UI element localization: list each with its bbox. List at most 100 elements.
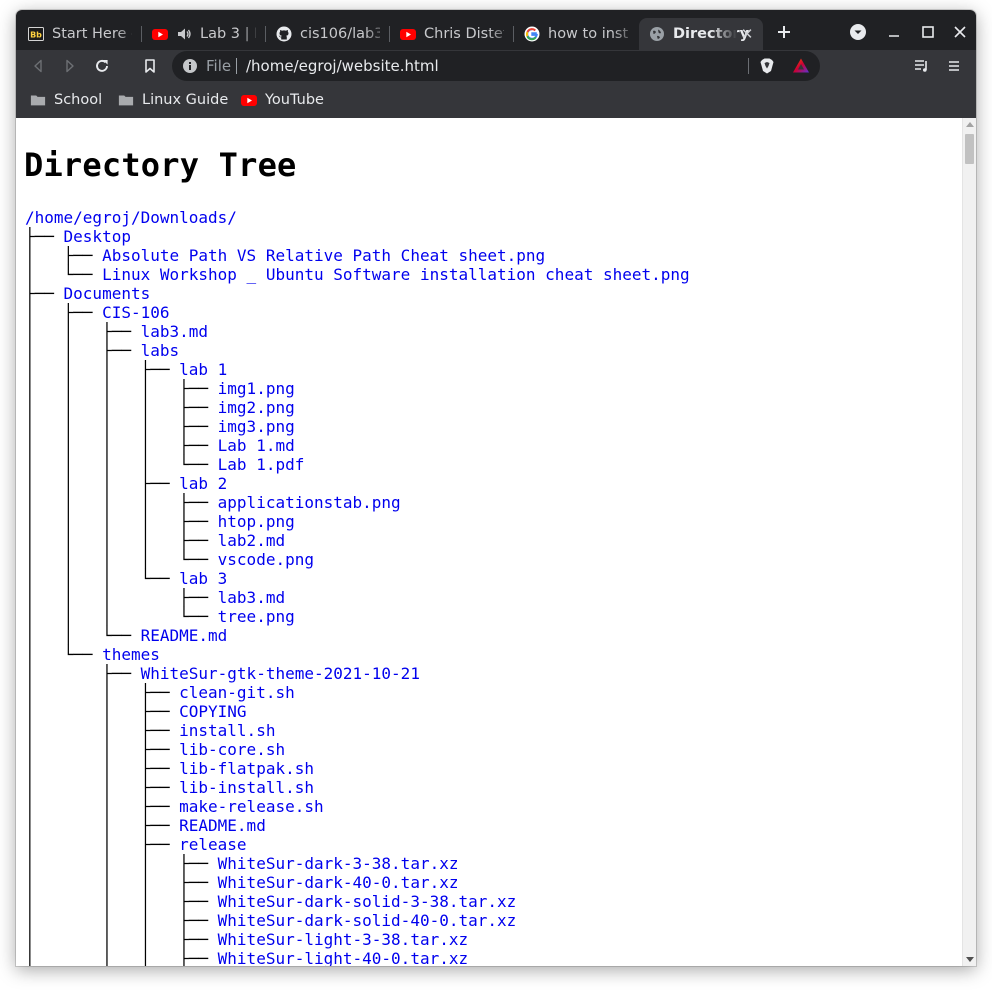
tree-entry-link[interactable]: lab 2: [179, 474, 227, 493]
back-button[interactable]: [26, 54, 50, 78]
bookmark-school[interactable]: School: [30, 90, 102, 110]
tree-entry-link[interactable]: img1.png: [218, 379, 295, 398]
tree-entry-link[interactable]: labs: [141, 341, 180, 360]
tree-entry-link[interactable]: applicationstab.png: [218, 493, 401, 512]
bookmark-label: Linux Guide: [142, 92, 229, 108]
tree-entry-link[interactable]: lib-flatpak.sh: [179, 759, 314, 778]
tree-entry-link[interactable]: README.md: [179, 816, 266, 835]
tree-entry-link[interactable]: lab 1: [179, 360, 227, 379]
new-tab-button[interactable]: [772, 20, 796, 44]
youtube-icon: [152, 26, 168, 42]
bookmark-button[interactable]: [138, 54, 162, 78]
tree-entry-link[interactable]: themes: [102, 645, 160, 664]
tree-entry-link[interactable]: WhiteSur-dark-solid-40-0.tar.xz: [218, 911, 517, 930]
tree-row: │ │ │ │ ├── img3.png: [25, 417, 690, 436]
tree-row: │ │ └── README.md: [25, 626, 690, 645]
tree-guide-lines: │ │ │ │ ├──: [25, 398, 218, 417]
tree-entry-link[interactable]: lib-install.sh: [179, 778, 314, 797]
tree-row: │ │ │ │ ├── img1.png: [25, 379, 690, 398]
brave-rewards-icon[interactable]: [792, 57, 810, 79]
tab-search-button[interactable]: [846, 20, 870, 44]
browser-window: Bb Start Here – E Lab 3 | Ins cis106/lab…: [16, 10, 976, 966]
url-text[interactable]: /home/egroj/website.html: [246, 57, 439, 75]
tree-entry-link[interactable]: Lab 1.pdf: [218, 455, 305, 474]
tree-entry-link[interactable]: vscode.png: [218, 550, 314, 569]
audio-playing-icon[interactable]: [176, 26, 192, 42]
tree-entry-link[interactable]: WhiteSur-light-40-0.tar.xz: [218, 949, 468, 966]
bookmarks-bar: School Linux Guide YouTube: [16, 82, 976, 118]
tab-youtube-chris[interactable]: Chris Distefa: [390, 18, 514, 50]
tree-entry-link[interactable]: lib-core.sh: [179, 740, 285, 759]
tree-guide-lines: │ │ │ │ └──: [25, 550, 218, 569]
tree-guide-lines: │ │ ├──: [25, 835, 180, 854]
directory-tree: /home/egroj/Downloads/ ├── Desktop │ ├── A…: [25, 208, 690, 966]
address-bar[interactable]: File /home/egroj/website.html: [172, 51, 820, 81]
youtube-icon: [400, 26, 416, 42]
tree-entry-link[interactable]: Linux Workshop _ Ubuntu Software install…: [102, 265, 690, 284]
forward-button[interactable]: [58, 54, 82, 78]
tree-guide-lines: │ │ │ ├──: [25, 474, 180, 493]
tree-entry-link[interactable]: Desktop: [64, 227, 131, 246]
tree-guide-lines: │ │ ├──: [25, 759, 180, 778]
tree-entry-link[interactable]: img3.png: [218, 417, 295, 436]
reload-button[interactable]: [90, 54, 114, 78]
tree-entry-link[interactable]: tree.png: [218, 607, 295, 626]
tree-guide-lines: │ ├──: [25, 246, 103, 265]
tree-row: │ │ │ ├── WhiteSur-dark-solid-40-0.tar.x…: [25, 911, 690, 930]
tree-entry-link[interactable]: WhiteSur-dark-3-38.tar.xz: [218, 854, 459, 873]
tab-blackboard[interactable]: Bb Start Here – E: [18, 18, 142, 50]
tree-row: │ │ ├── lab3.md: [25, 322, 690, 341]
close-icon[interactable]: ✕: [739, 26, 755, 42]
tab-directory-active[interactable]: Directory ✕: [639, 18, 763, 50]
tree-guide-lines: │ └──: [25, 265, 103, 284]
bookmark-youtube[interactable]: YouTube: [241, 90, 324, 110]
tree-entry-link[interactable]: WhiteSur-dark-40-0.tar.xz: [218, 873, 459, 892]
tab-github[interactable]: cis106/lab3.m: [266, 18, 390, 50]
info-icon[interactable]: [182, 58, 198, 74]
tree-row: │ │ │ └── tree.png: [25, 607, 690, 626]
tree-entry-link[interactable]: Documents: [64, 284, 151, 303]
tree-entry-link[interactable]: COPYING: [179, 702, 246, 721]
tree-guide-lines: │ │ ├──: [25, 341, 141, 360]
tree-row: │ │ ├── lib-core.sh: [25, 740, 690, 759]
tab-google[interactable]: how to insta: [514, 18, 638, 50]
tree-entry-link[interactable]: WhiteSur-gtk-theme-2021-10-21: [141, 664, 420, 683]
bookmark-label: YouTube: [265, 92, 324, 108]
tree-guide-lines: │ │ │ ├──: [25, 911, 218, 930]
close-window-button[interactable]: [948, 20, 972, 44]
tree-entry-link[interactable]: WhiteSur-light-3-38.tar.xz: [218, 930, 468, 949]
tree-entry-link[interactable]: README.md: [141, 626, 228, 645]
tree-entry-link[interactable]: install.sh: [179, 721, 275, 740]
tree-guide-lines: │ │ │ │ ├──: [25, 436, 218, 455]
tab-youtube-lab3[interactable]: Lab 3 | Ins: [142, 18, 266, 50]
tree-entry-link[interactable]: lab 3: [179, 569, 227, 588]
tree-guide-lines: ├──: [25, 284, 64, 303]
tree-entry-link[interactable]: Absolute Path VS Relative Path Cheat she…: [102, 246, 545, 265]
tree-entry-link[interactable]: lab3.md: [218, 588, 285, 607]
tree-entry-link[interactable]: Lab 1.md: [218, 436, 295, 455]
tree-guide-lines: │ │ │ ├──: [25, 930, 218, 949]
toolbar: File /home/egroj/website.html: [16, 50, 976, 82]
tree-entry-link[interactable]: clean-git.sh: [179, 683, 295, 702]
bookmark-linux-guide[interactable]: Linux Guide: [118, 90, 228, 110]
tree-entry-link[interactable]: WhiteSur-dark-solid-3-38.tar.xz: [218, 892, 517, 911]
media-controls-icon[interactable]: [910, 54, 934, 78]
vertical-scrollbar[interactable]: [962, 118, 976, 966]
scroll-up-arrow[interactable]: [966, 122, 974, 127]
tree-entry-link[interactable]: CIS-106: [102, 303, 169, 322]
menu-icon[interactable]: [942, 54, 966, 78]
omnibox-divider: [748, 58, 749, 74]
maximize-button[interactable]: [916, 20, 940, 44]
tree-entry-link[interactable]: release: [179, 835, 246, 854]
tree-entry-link[interactable]: lab2.md: [218, 531, 285, 550]
tree-entry-link[interactable]: make-release.sh: [179, 797, 324, 816]
tree-entry-link[interactable]: img2.png: [218, 398, 295, 417]
minimize-button[interactable]: [882, 20, 906, 44]
tree-entry-link[interactable]: /home/egroj/Downloads/: [25, 208, 237, 227]
tree-row: │ └── themes: [25, 645, 690, 664]
brave-shield-icon[interactable]: [758, 57, 776, 79]
scroll-down-arrow[interactable]: [966, 957, 974, 962]
scroll-thumb[interactable]: [965, 134, 974, 164]
tree-entry-link[interactable]: lab3.md: [141, 322, 208, 341]
tree-entry-link[interactable]: htop.png: [218, 512, 295, 531]
